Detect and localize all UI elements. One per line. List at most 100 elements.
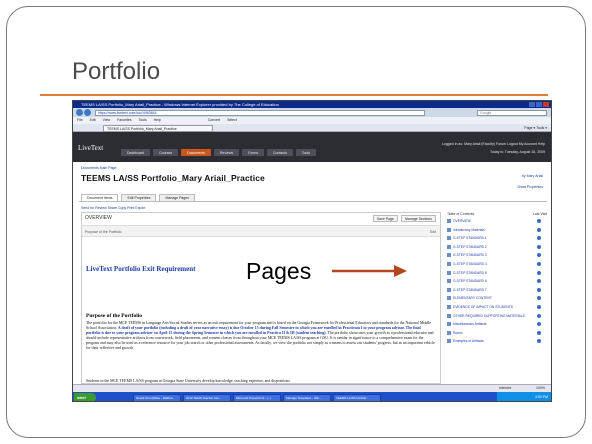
start-button[interactable]: start	[74, 393, 96, 401]
close-button[interactable]	[543, 102, 549, 107]
breadcrumb[interactable]: Documents Main Page	[81, 166, 116, 170]
menu-file[interactable]: File	[77, 118, 83, 122]
menu-edit[interactable]: Edit	[90, 118, 96, 122]
user-icon	[537, 322, 541, 327]
page-icon	[447, 313, 451, 318]
toc-item[interactable]: G-STEP STANDARD 4	[447, 261, 547, 271]
back-icon[interactable]	[76, 109, 83, 116]
toc-item[interactable]: G-STEP STANDARD 7	[447, 287, 547, 297]
page-icon	[447, 330, 451, 335]
toc-link[interactable]: Last Visit	[533, 212, 547, 216]
user-icon	[537, 339, 541, 344]
user-icon	[537, 296, 541, 301]
manage-sections-button[interactable]: Manage Sections	[400, 215, 436, 222]
toc-item[interactable]: G-STEP STANDARD 1	[447, 236, 547, 245]
nav-courses[interactable]: Courses	[153, 149, 179, 156]
user-icon	[537, 244, 541, 249]
page-icon	[447, 339, 451, 344]
nav-reviews[interactable]: Reviews	[213, 149, 240, 156]
taskbar-button[interactable]: Novell GroupWise - Mailbox	[133, 393, 181, 401]
show-properties-link[interactable]: Show Properties	[517, 185, 543, 189]
user-icon	[537, 330, 541, 335]
user-icon	[537, 219, 541, 223]
section-row: Purpose of the Portfolio Edit	[82, 225, 440, 237]
tab-divider	[79, 201, 547, 202]
browser-tab[interactable]: TEEMS LA/SS Portfolio_Mary Ariail_Practi…	[103, 125, 213, 132]
toc-item[interactable]: G-STEP STANDARD 6	[447, 279, 547, 288]
nav-contacts[interactable]: Contacts	[267, 149, 293, 156]
toc-item[interactable]: OVERVIEW	[447, 219, 547, 228]
toc-item[interactable]: Examples of Artifacts	[447, 339, 547, 348]
browser-menu-bar: File Edit View Favorites Tools Help Conv…	[73, 117, 551, 124]
toc-item[interactable]: OTHER REQUIRED SUPPORTING MATERIALS	[447, 313, 547, 323]
user-icon	[537, 227, 541, 232]
window-controls	[529, 102, 549, 107]
taskbar-button[interactable]: TEEMS LA/SS Portfoli...	[333, 393, 381, 401]
security-zone: Internet	[499, 386, 511, 390]
command-bar[interactable]: Page ▾ Tools ▾	[524, 125, 547, 131]
toc-item-label: G-STEP STANDARD 5	[453, 270, 487, 275]
document-toolbar[interactable]: Send for Review Share Copy Print Export	[81, 206, 145, 210]
nav-forms[interactable]: Forms	[242, 149, 265, 156]
convert-button[interactable]: Convert	[208, 118, 220, 122]
menu-favorites[interactable]: Favorites	[117, 118, 131, 122]
toc-item-label: Examples of Artifacts	[453, 339, 484, 344]
zoom-level[interactable]: 100%	[536, 385, 545, 392]
page-icon	[447, 322, 451, 327]
toc-item[interactable]: Rubric	[447, 330, 547, 340]
toc-item[interactable]: G-STEP STANDARD 5	[447, 270, 547, 280]
taskbar-button[interactable]: Microsoft PowerPoint - [...]	[233, 393, 281, 401]
main-nav: Dashboard Courses Documents Reviews Form…	[121, 149, 317, 156]
address-bar-row: https://www.livetext.com/doc/4963844 Goo…	[73, 108, 551, 117]
arrow-head	[394, 265, 407, 277]
page-content: OVERVIEW Save Page Manage Sections Purpo…	[81, 212, 441, 384]
toc-item-label: G-STEP STANDARD 1	[453, 236, 487, 241]
toc-item[interactable]: ELEMENTARY CONTENT	[447, 296, 547, 305]
toc-item[interactable]: G-STEP STANDARD 2	[447, 244, 547, 254]
browser-title-bar: TEEMS LA/SS Portfolio_Mary Ariail_Practi…	[73, 101, 551, 108]
toc-item-label: G-STEP STANDARD 2	[453, 244, 487, 249]
user-icon	[537, 236, 541, 241]
menu-help[interactable]: Help	[154, 118, 161, 122]
nav-dashboard[interactable]: Dashboard	[121, 149, 151, 156]
page-icon	[447, 261, 451, 266]
right-arrow-icon	[332, 265, 407, 277]
menu-tools[interactable]: Tools	[138, 118, 146, 122]
purpose-heading: Purpose of the Portfolio	[86, 313, 143, 319]
author-link[interactable]: by Mary Ariail	[522, 174, 543, 178]
taskbar-button[interactable]: Manage Templates - Win...	[283, 393, 331, 401]
toc-item[interactable]: EVIDENCE OF IMPACT ON STUDENTS	[447, 304, 547, 314]
nav-tools[interactable]: Tools	[295, 149, 317, 156]
user-icon	[537, 313, 541, 318]
page-icon	[447, 227, 451, 232]
toc-item[interactable]: G-STEP STANDARD 3	[447, 253, 547, 262]
document-title: TEEMS LA/SS Portfolio_Mary Ariail_Practi…	[81, 173, 265, 183]
maximize-button[interactable]	[536, 102, 542, 107]
toc-item-label: G-STEP STANDARD 3	[453, 253, 487, 258]
toc-item[interactable]: Miscellaneous Artifacts	[447, 322, 547, 331]
minimize-button[interactable]	[529, 102, 535, 107]
slide-title: Portfolio	[72, 58, 161, 85]
edit-button[interactable]: Edit	[430, 230, 436, 234]
toc-item-label: Rubric	[453, 330, 463, 335]
url-input[interactable]: https://www.livetext.com/doc/4963844	[95, 109, 425, 116]
select-button[interactable]: Select	[227, 118, 237, 122]
toc-item-label: G-STEP STANDARD 7	[453, 287, 487, 292]
save-page-button[interactable]: Save Page	[372, 215, 398, 222]
page-icon	[447, 296, 451, 301]
page-icon	[447, 236, 451, 241]
forward-icon[interactable]	[84, 109, 91, 116]
toc-item-label: G-STEP STANDARD 4	[453, 261, 487, 266]
menu-view[interactable]: View	[103, 118, 111, 122]
user-icon	[537, 304, 541, 309]
taskbar-button[interactable]: 2012 TEMS Teacher Ass...	[183, 393, 231, 401]
nav-documents[interactable]: Documents	[181, 149, 211, 156]
toc-item[interactable]: Introductory Materials	[447, 227, 547, 237]
user-icon	[537, 270, 541, 275]
search-input[interactable]: Google	[477, 109, 547, 116]
toc-item-label: OTHER REQUIRED SUPPORTING MATERIALS	[453, 313, 525, 318]
students-paragraph: Students in the MCE TEEMS LA/SS program …	[86, 379, 290, 383]
table-of-contents: Table of Contents Last Visit OVERVIEW In…	[447, 212, 547, 384]
browser-status-bar: Internet 100%	[73, 384, 551, 392]
exit-requirement-heading: LiveText Portfolio Exit Requirement	[86, 265, 196, 273]
